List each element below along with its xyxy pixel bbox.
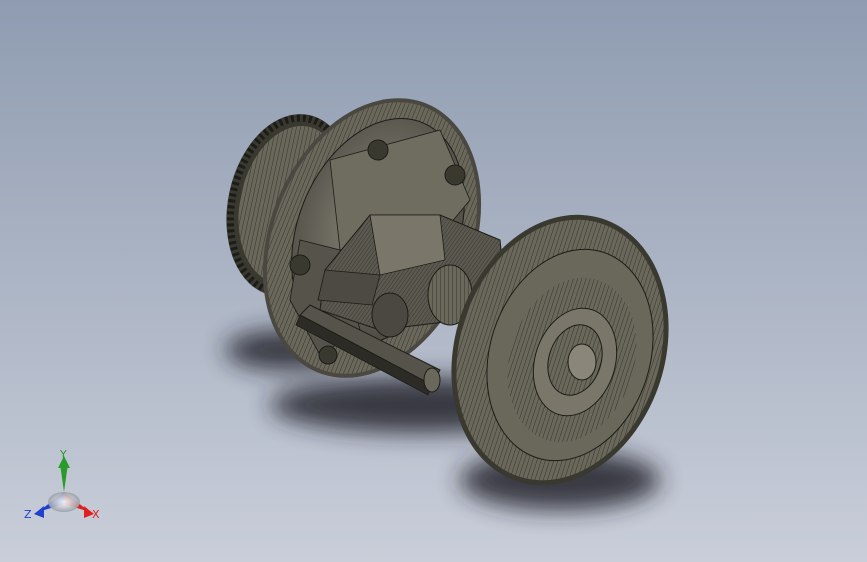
y-axis-arrow-icon (60, 464, 68, 492)
model-scene[interactable] (0, 0, 867, 562)
z-axis-label: Z (24, 508, 32, 521)
orientation-triad: Y Z X (24, 448, 100, 521)
graphics-viewport[interactable]: Y Z X (0, 0, 867, 562)
y-axis-label: Y (59, 448, 67, 461)
x-axis-label: X (92, 508, 100, 521)
